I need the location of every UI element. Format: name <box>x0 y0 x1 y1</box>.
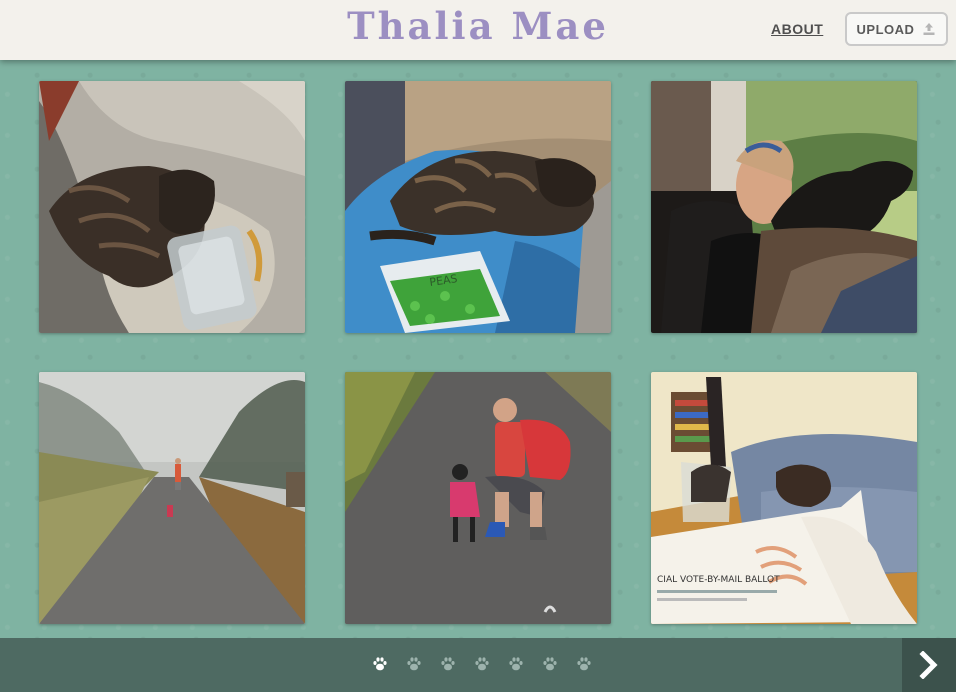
photo-image: PEAS <box>345 81 611 333</box>
photo-image <box>39 372 305 624</box>
photo-dog-in-car-seat[interactable] <box>39 81 305 333</box>
paw-icon[interactable] <box>406 656 422 672</box>
paw-icon[interactable] <box>474 656 490 672</box>
photo-dog-on-couch-with-ballot[interactable]: CIAL VOTE-BY-MAIL BALLOT <box>651 372 917 624</box>
paw-icon[interactable] <box>440 656 456 672</box>
ballot-text: CIAL VOTE-BY-MAIL BALLOT <box>657 575 780 585</box>
chevron-right-icon <box>919 651 938 679</box>
photo-woman-with-dog[interactable] <box>651 81 917 333</box>
photo-image: CIAL VOTE-BY-MAIL BALLOT <box>651 372 917 624</box>
site-header: Thalia Mae ABOUT UPLOAD <box>0 0 956 60</box>
paw-icon-active[interactable] <box>372 656 388 672</box>
upload-button[interactable]: UPLOAD <box>845 12 948 46</box>
photo-man-with-dog-on-road[interactable] <box>345 372 611 624</box>
photo-image <box>651 81 917 333</box>
photo-dog-on-blanket-with-peas[interactable]: PEAS <box>345 81 611 333</box>
pagination-footer <box>0 638 956 692</box>
photo-image <box>345 372 611 624</box>
photo-image <box>39 81 305 333</box>
pagination-dots <box>372 656 592 672</box>
next-page-button[interactable] <box>902 638 956 692</box>
upload-button-label: UPLOAD <box>856 21 915 37</box>
paw-icon[interactable] <box>508 656 524 672</box>
upload-icon <box>923 23 935 35</box>
paw-icon[interactable] <box>542 656 558 672</box>
about-link[interactable]: ABOUT <box>771 21 823 37</box>
paw-icon[interactable] <box>576 656 592 672</box>
photo-foggy-road-walk[interactable] <box>39 372 305 624</box>
